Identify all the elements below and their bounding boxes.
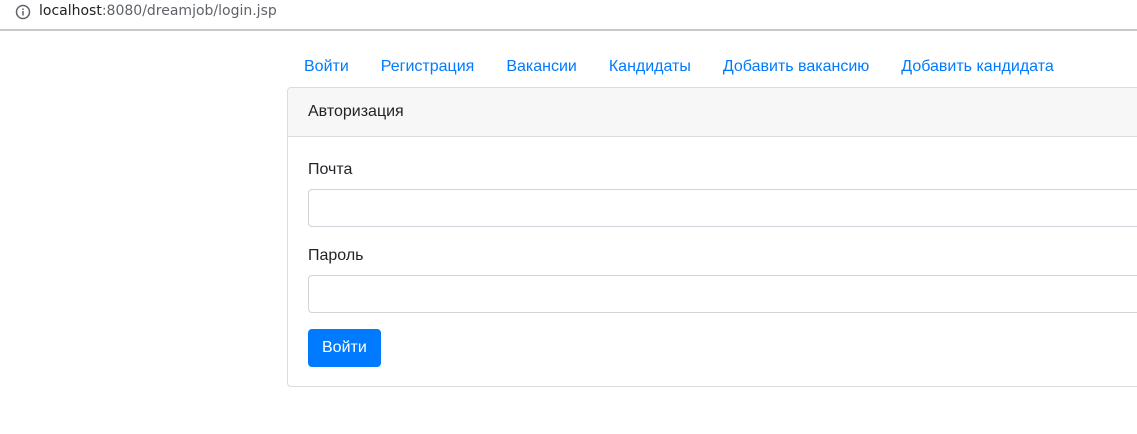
nav-link-register[interactable]: Регистрация — [365, 52, 491, 81]
url-path: :8080/dreamjob/login.jsp — [101, 3, 277, 19]
nav-link-add-vacancy[interactable]: Добавить вакансию — [707, 52, 885, 81]
browser-address-bar[interactable]: localhost:8080/dreamjob/login.jsp — [0, 0, 1137, 26]
toolbar-divider — [0, 29, 1137, 31]
url-text[interactable]: localhost:8080/dreamjob/login.jsp — [39, 3, 277, 19]
nav-link-candidates[interactable]: Кандидаты — [593, 52, 707, 81]
password-field[interactable] — [308, 275, 1137, 313]
nav-link-add-candidate[interactable]: Добавить кандидата — [885, 52, 1069, 81]
login-button[interactable]: Войти — [308, 329, 381, 367]
info-icon[interactable] — [15, 4, 31, 20]
url-host: localhost — [39, 3, 102, 19]
main-nav: Войти Регистрация Вакансии Кандидаты Доб… — [288, 52, 1070, 81]
card-title: Авторизация — [288, 88, 1137, 137]
email-label: Почта — [308, 161, 353, 178]
password-label: Пароль — [308, 247, 364, 264]
email-field[interactable] — [308, 189, 1137, 227]
nav-link-vacancies[interactable]: Вакансии — [490, 52, 593, 81]
login-card: Авторизация Почта Пароль Войти — [287, 87, 1137, 387]
nav-link-login[interactable]: Войти — [288, 52, 365, 81]
